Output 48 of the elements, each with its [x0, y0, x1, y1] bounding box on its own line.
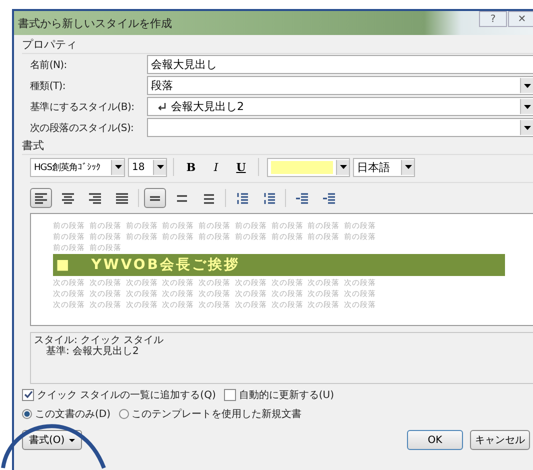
italic-button[interactable]: I	[205, 158, 227, 176]
section-heading: プロパティ	[22, 37, 533, 54]
field-label: 基準にするスタイル(B):	[30, 100, 136, 114]
align-left-icon	[34, 192, 48, 204]
language-dropdown[interactable]: 日本語	[353, 158, 415, 176]
description-text: スタイル: クイック スタイル	[34, 335, 165, 346]
bold-button[interactable]: B	[180, 158, 202, 176]
indent-icon	[295, 192, 309, 204]
description-text: 基準: 会報大見出し2	[45, 346, 140, 357]
radio-button[interactable]	[22, 408, 32, 418]
caret-icon	[68, 438, 75, 442]
color-swatch	[271, 160, 333, 174]
format-button[interactable]: 書式(O)	[22, 430, 82, 450]
dropdown-field[interactable]: 段落	[147, 76, 533, 95]
font-color-dropdown[interactable]	[267, 158, 350, 176]
window-title: 書式から新しいスタイルを作成	[17, 16, 172, 30]
checkbox-label: クイック スタイルの一覧に追加する(Q)	[37, 388, 216, 402]
section-heading: 書式	[22, 138, 533, 155]
heading-preview: ■ YWVOB会長ご挨拶	[53, 254, 505, 276]
field-label: 種類(T):	[30, 80, 66, 92]
indent-icon	[322, 192, 336, 204]
close-button[interactable]: ✕	[508, 11, 533, 27]
align-right-icon	[88, 192, 102, 204]
dropdown-field[interactable]: 会報大見出し2	[147, 97, 533, 116]
checkbox[interactable]	[22, 388, 34, 400]
underline-button[interactable]: U	[230, 158, 252, 176]
align-left-button[interactable]	[30, 188, 52, 208]
justify-icon	[115, 192, 129, 204]
cancel-button[interactable]: キャンセル	[470, 430, 530, 450]
ok-button[interactable]: OK	[407, 430, 463, 450]
radio-label: このテンプレートを使用した新規文書	[132, 408, 302, 420]
font-dropdown[interactable]: HGS創英角ｺﾞｼｯｸ	[30, 158, 125, 176]
double-spacing-icon	[202, 192, 216, 204]
field-label: 次の段落のスタイル(S):	[30, 122, 135, 134]
single-spacing-button[interactable]	[144, 188, 166, 208]
field-label: 名前(N):	[30, 58, 68, 72]
align-center-icon	[61, 192, 75, 204]
paragraph-spacing-icon	[262, 192, 276, 204]
radio-button[interactable]	[118, 408, 129, 418]
checkbox-label: 自動的に更新する(U)	[238, 388, 334, 402]
help-button[interactable]: ?	[479, 11, 507, 27]
font-size-dropdown[interactable]: 18	[128, 158, 167, 176]
paragraph-spacing-icon	[235, 192, 249, 204]
radio-label: この文書のみ(D)	[35, 408, 111, 420]
paragraph-return-icon	[157, 102, 167, 110]
checkbox[interactable]	[224, 388, 236, 400]
dropdown-field[interactable]	[147, 118, 533, 137]
input-field[interactable]: 会報大見出し	[147, 55, 533, 74]
